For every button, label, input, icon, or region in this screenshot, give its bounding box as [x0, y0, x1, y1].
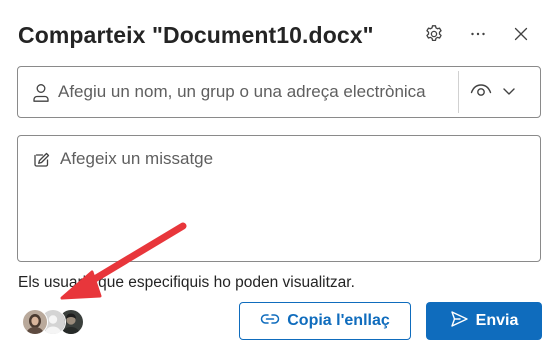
- avatar: [22, 309, 48, 335]
- send-label: Envia: [475, 312, 519, 329]
- chevron-down-icon: [502, 83, 516, 101]
- shared-with-avatars[interactable]: [22, 309, 88, 335]
- permission-dropdown[interactable]: [470, 79, 532, 105]
- gear-icon[interactable]: [423, 23, 445, 45]
- eye-icon: [470, 82, 492, 103]
- share-dialog: Comparteix "Document10.docx" Afegiu un n…: [0, 0, 560, 357]
- share-recipient-field: [17, 66, 541, 118]
- close-icon[interactable]: [510, 23, 532, 45]
- copy-link-label: Copia l'enllaç: [287, 312, 390, 329]
- dialog-title: Comparteix "Document10.docx": [18, 22, 374, 48]
- message-input[interactable]: [60, 149, 525, 249]
- edit-icon: [33, 151, 51, 174]
- message-field: [17, 135, 541, 262]
- field-divider: [458, 71, 459, 113]
- more-icon[interactable]: [467, 23, 489, 45]
- recipient-input[interactable]: [58, 79, 453, 105]
- link-icon: [260, 312, 280, 331]
- send-button[interactable]: Envia: [426, 302, 542, 340]
- send-icon: [450, 310, 469, 333]
- permission-info-text: Els usuaris que especifiquis ho poden vi…: [18, 274, 355, 291]
- copy-link-button[interactable]: Copia l'enllaç: [239, 302, 411, 340]
- person-icon: [32, 83, 50, 108]
